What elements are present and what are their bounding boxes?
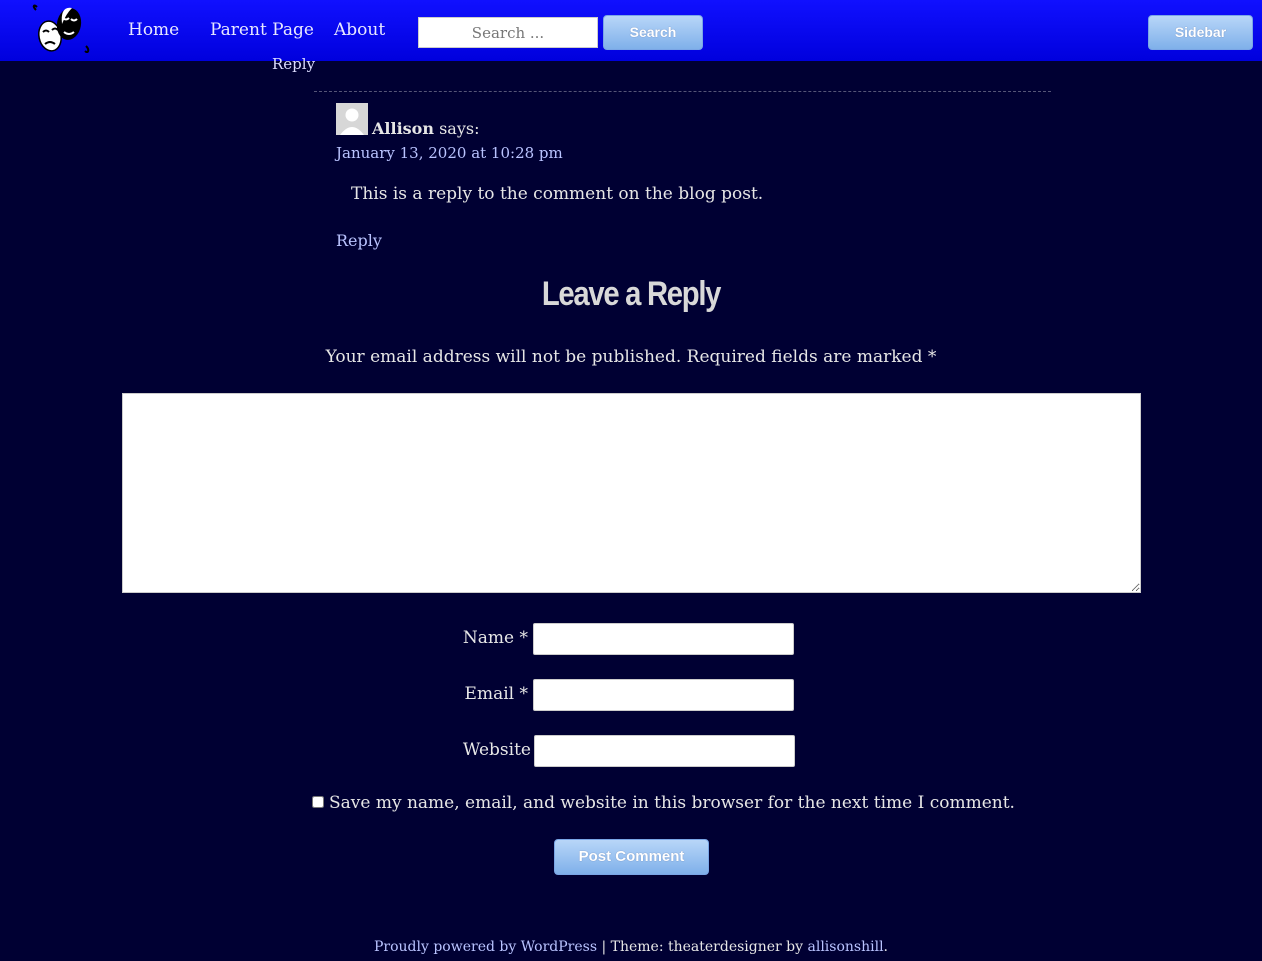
reply-link[interactable]: Reply <box>336 231 382 250</box>
email-field[interactable] <box>533 679 794 711</box>
avatar-icon <box>336 103 368 135</box>
save-info-checkbox[interactable] <box>312 796 324 808</box>
website-field[interactable] <box>534 735 795 767</box>
nav-about[interactable]: About <box>334 20 385 40</box>
theme-credit: | Theme: theaterdesigner by <box>597 939 808 955</box>
sidebar-toggle-button[interactable]: Sidebar <box>1148 15 1253 50</box>
reply-title: Leave a Reply <box>541 275 722 313</box>
theater-masks-logo-icon[interactable] <box>30 4 92 56</box>
search-button[interactable]: Search <box>603 15 703 50</box>
comment-date-link[interactable]: January 13, 2020 at 10:28 pm <box>336 144 563 162</box>
theme-author-link[interactable]: allisonshill <box>808 939 884 955</box>
website-label: Website <box>462 740 531 760</box>
email-label: Email * <box>464 684 528 704</box>
name-label: Name * <box>462 628 528 648</box>
comment-author: Allison says: <box>372 119 479 138</box>
search-input[interactable] <box>418 17 598 48</box>
comment-reply-link[interactable]: Reply <box>272 55 315 73</box>
says-label: says: <box>439 119 480 138</box>
footer-end: . <box>883 939 888 955</box>
post-comment-button[interactable]: Post Comment <box>554 839 709 875</box>
name-field[interactable] <box>533 623 794 655</box>
wordpress-link[interactable]: Proudly powered by WordPress <box>374 939 597 955</box>
comment-notes: Your email address will not be published… <box>325 347 937 367</box>
comment-divider <box>314 91 1051 92</box>
site-footer: Proudly powered by WordPress | Theme: th… <box>0 939 1262 955</box>
comment-body: This is a reply to the comment on the bl… <box>351 184 764 204</box>
nav-home[interactable]: Home <box>128 20 179 40</box>
comment-textarea[interactable] <box>122 393 1141 593</box>
author-name: Allison <box>372 119 434 138</box>
nav-parent-page[interactable]: Parent Page <box>210 20 314 40</box>
site-header: Home Parent Page About Search Sidebar <box>0 0 1262 61</box>
save-info-label[interactable]: Save my name, email, and website in this… <box>329 793 1015 813</box>
